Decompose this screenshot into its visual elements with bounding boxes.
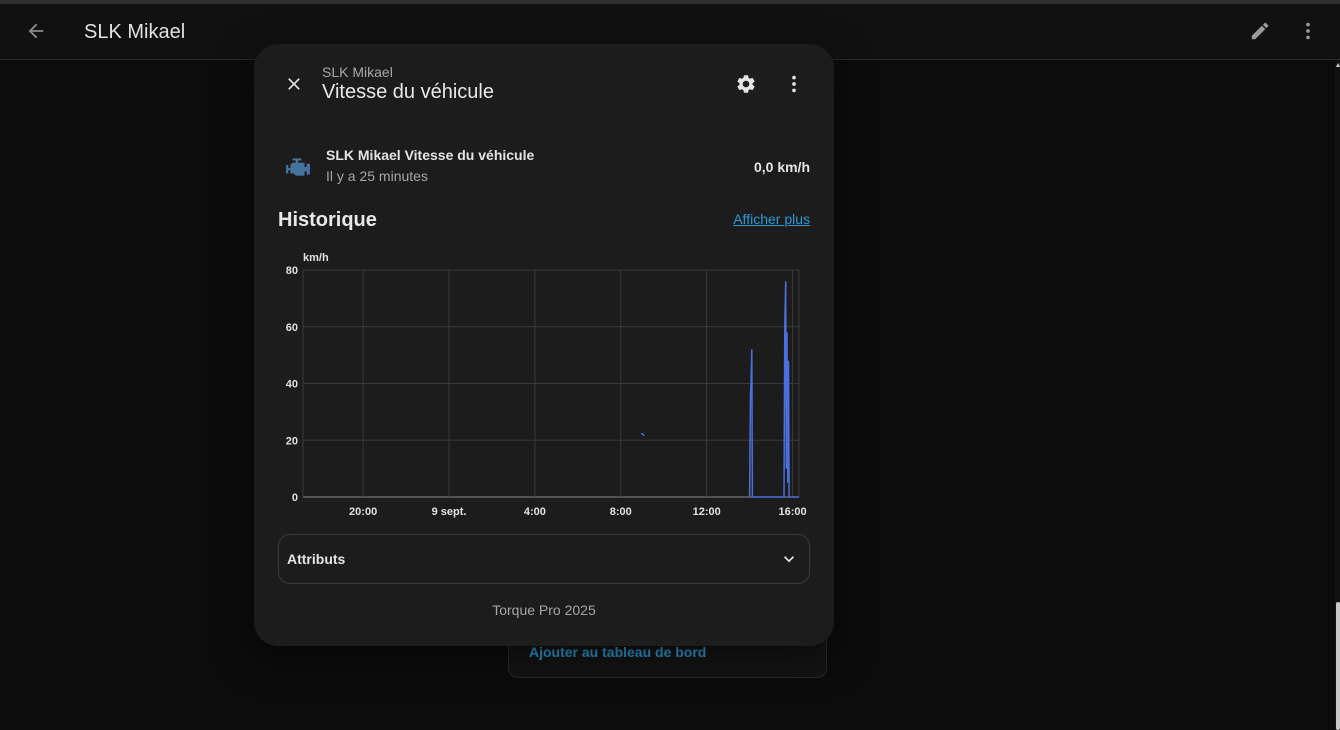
y-tick-label: 60 <box>286 322 298 334</box>
x-tick-label: 12:00 <box>693 506 721 518</box>
gear-icon <box>737 75 755 93</box>
engine-icon <box>286 158 310 176</box>
edit-button[interactable] <box>1240 11 1280 51</box>
dots-vertical-icon <box>792 75 796 93</box>
entity-state-row[interactable]: SLK Mikael Vitesse du véhicule Il y a 25… <box>278 144 810 190</box>
y-tick-label: 80 <box>286 265 298 277</box>
history-heading: Historique <box>278 209 377 231</box>
integration-footer: Torque Pro 2025 <box>492 602 596 618</box>
add-to-dashboard-link[interactable]: Ajouter au tableau de bord <box>529 644 706 660</box>
chevron-down-icon <box>784 556 794 563</box>
attributes-label: Attributs <box>287 551 346 567</box>
dialog-breadcrumb: SLK Mikael <box>322 64 393 80</box>
x-tick-label: 9 sept. <box>432 506 467 518</box>
back-button[interactable] <box>16 11 56 51</box>
scroll-up-arrow-icon[interactable] <box>1336 62 1340 68</box>
entity-last-changed: Il y a 25 minutes <box>326 168 428 184</box>
close-dialog-button[interactable] <box>274 64 314 104</box>
y-tick-label: 20 <box>286 435 298 447</box>
speed-series-line-1 <box>748 281 799 498</box>
x-tick-label: 16:00 <box>778 506 806 518</box>
x-tick-label: 4:00 <box>524 506 546 518</box>
x-tick-label: 8:00 <box>610 506 632 518</box>
close-icon <box>288 78 300 90</box>
speed-series-line-0 <box>640 432 645 437</box>
dots-vertical-icon <box>1306 22 1310 40</box>
dialog-title: Vitesse du véhicule <box>322 81 494 103</box>
y-tick-label: 0 <box>292 492 298 504</box>
y-axis-label: km/h <box>303 252 329 264</box>
history-chart[interactable]: 02040608020:00 9 sept. 4:00 8:00 12:00 16:00 … <box>274 244 814 524</box>
entity-name: SLK Mikael Vitesse du véhicule <box>326 147 535 163</box>
scrollbar-thumb[interactable] <box>1336 602 1340 730</box>
page-title: SLK Mikael <box>84 21 186 43</box>
settings-button[interactable] <box>726 64 766 104</box>
more-info-dialog: SLK Mikael Vitesse du véhicule SLK Mikae… <box>254 44 834 646</box>
y-tick-label: 40 <box>286 379 298 391</box>
arrow-left-icon <box>28 23 44 39</box>
x-tick-label: 20:00 <box>349 506 377 518</box>
attributes-expander[interactable]: Attributs <box>278 534 810 584</box>
overflow-menu-button[interactable] <box>1288 11 1328 51</box>
pencil-icon <box>1251 22 1269 40</box>
show-more-link[interactable]: Afficher plus <box>733 211 810 227</box>
dialog-overflow-menu-button[interactable] <box>774 64 814 104</box>
entity-value: 0,0 km/h <box>753 159 810 175</box>
